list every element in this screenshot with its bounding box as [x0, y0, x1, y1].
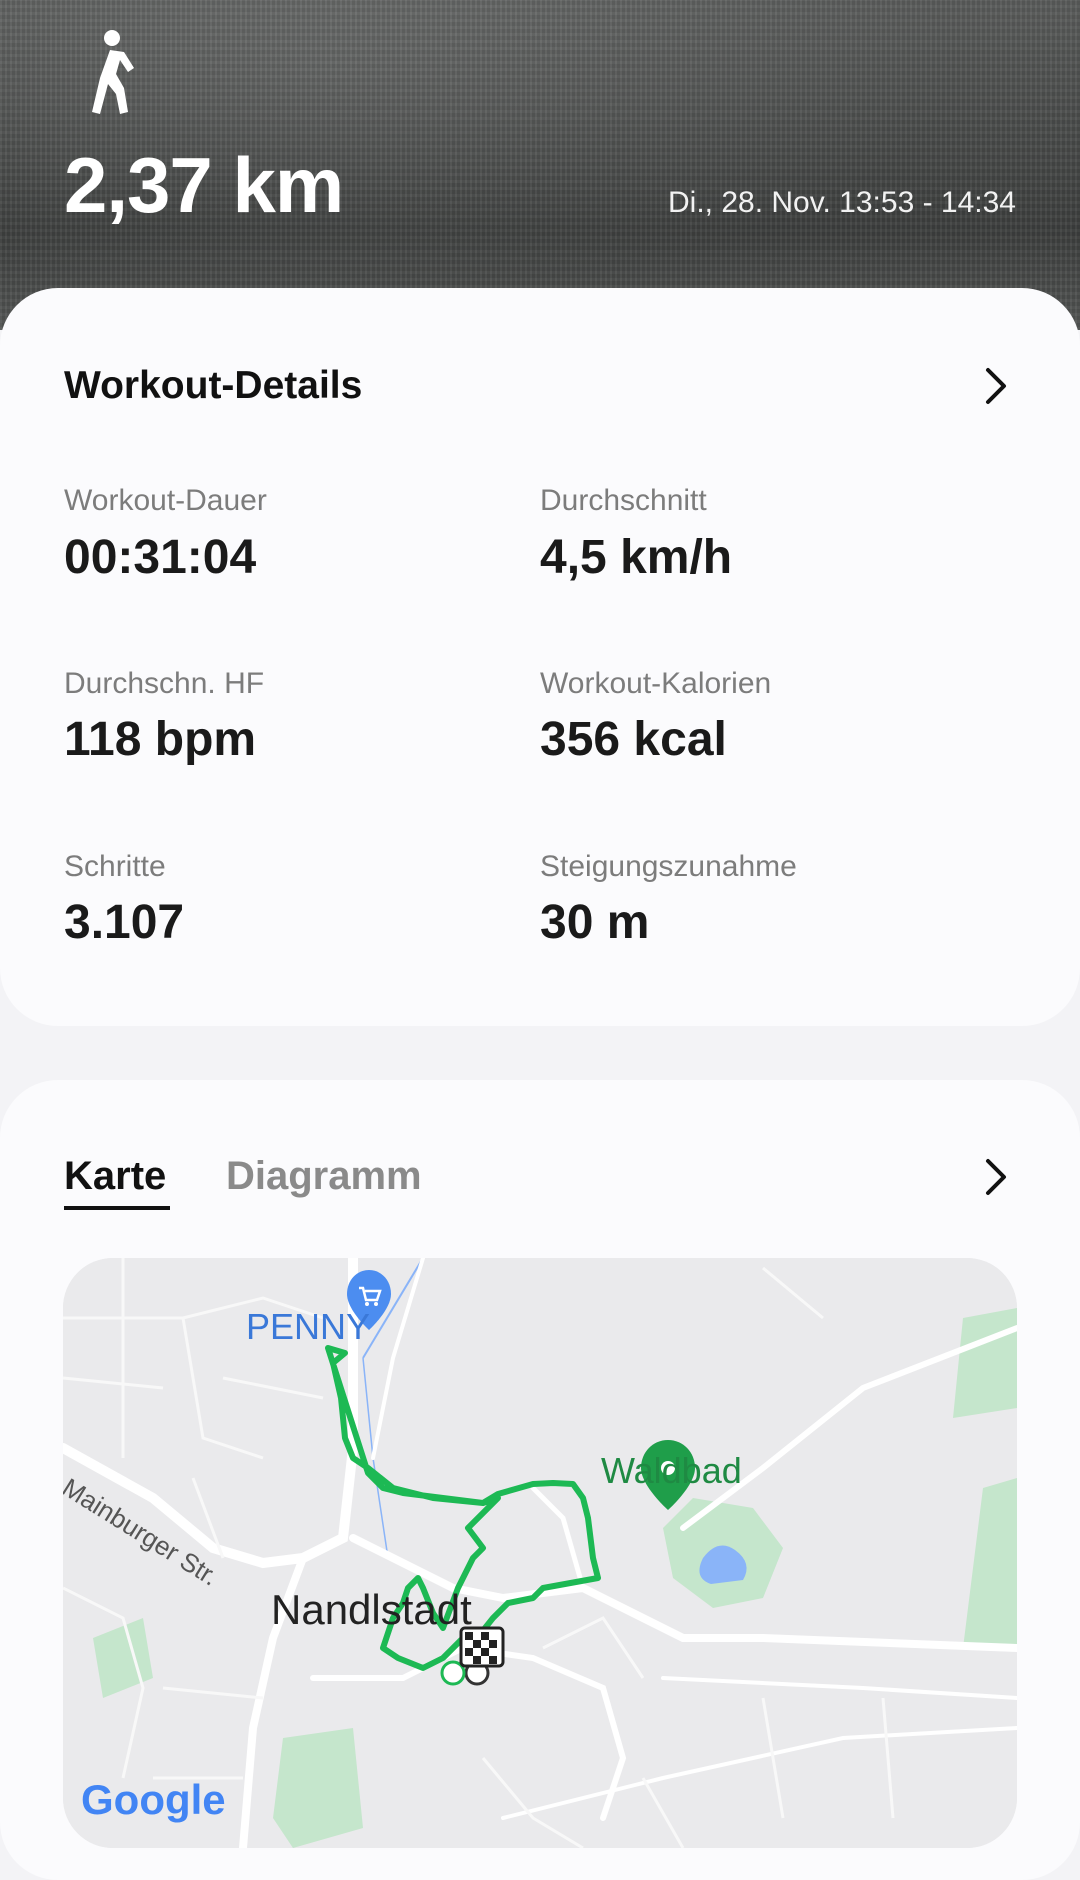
stat-label-steps: Schritte — [64, 850, 166, 883]
stat-label-avg-hr: Durchschn. HF — [64, 667, 265, 700]
google-logo: Google — [81, 1776, 226, 1823]
chevron-right-icon[interactable] — [982, 1157, 1010, 1197]
workout-date-range: Di., 28. Nov. 13:53 - 14:34 — [668, 186, 1016, 219]
stat-label-duration: Workout-Dauer — [64, 484, 267, 517]
park-area — [953, 1308, 1017, 1418]
stat-label-avg-speed: Durchschnitt — [540, 484, 707, 517]
workout-details-title[interactable]: Workout-Details — [64, 364, 362, 408]
stat-value-avg-hr: 118 bpm — [64, 713, 257, 766]
tab-karte[interactable]: Karte — [64, 1154, 166, 1199]
map-canvas — [63, 1258, 1017, 1848]
stat-value-elevation-gain: 30 m — [540, 896, 650, 949]
walking-person-icon — [92, 30, 134, 114]
town-label: Nandlstadt — [271, 1586, 472, 1633]
stat-label-elevation-gain: Steigungszunahme — [540, 850, 797, 883]
stat-value-steps: 3.107 — [64, 896, 185, 949]
stat-value-duration: 00:31:04 — [64, 531, 257, 584]
distance-value: 2,37 km — [64, 141, 344, 229]
stat-label-calories: Workout-Kalorien — [540, 667, 772, 700]
chevron-right-icon[interactable] — [982, 366, 1010, 406]
tab-diagramm[interactable]: Diagramm — [226, 1154, 422, 1199]
route-map[interactable]: PENNY Waldbad Mainburger Str. Nandlstadt… — [63, 1258, 1017, 1848]
stat-value-avg-speed: 4,5 km/h — [540, 531, 733, 584]
park-area — [273, 1728, 363, 1848]
stat-value-calories: 356 kcal — [540, 713, 727, 766]
active-tab-indicator — [64, 1206, 170, 1210]
poi-label-waldbad: Waldbad — [601, 1450, 742, 1491]
poi-label-penny: PENNY — [246, 1306, 371, 1347]
